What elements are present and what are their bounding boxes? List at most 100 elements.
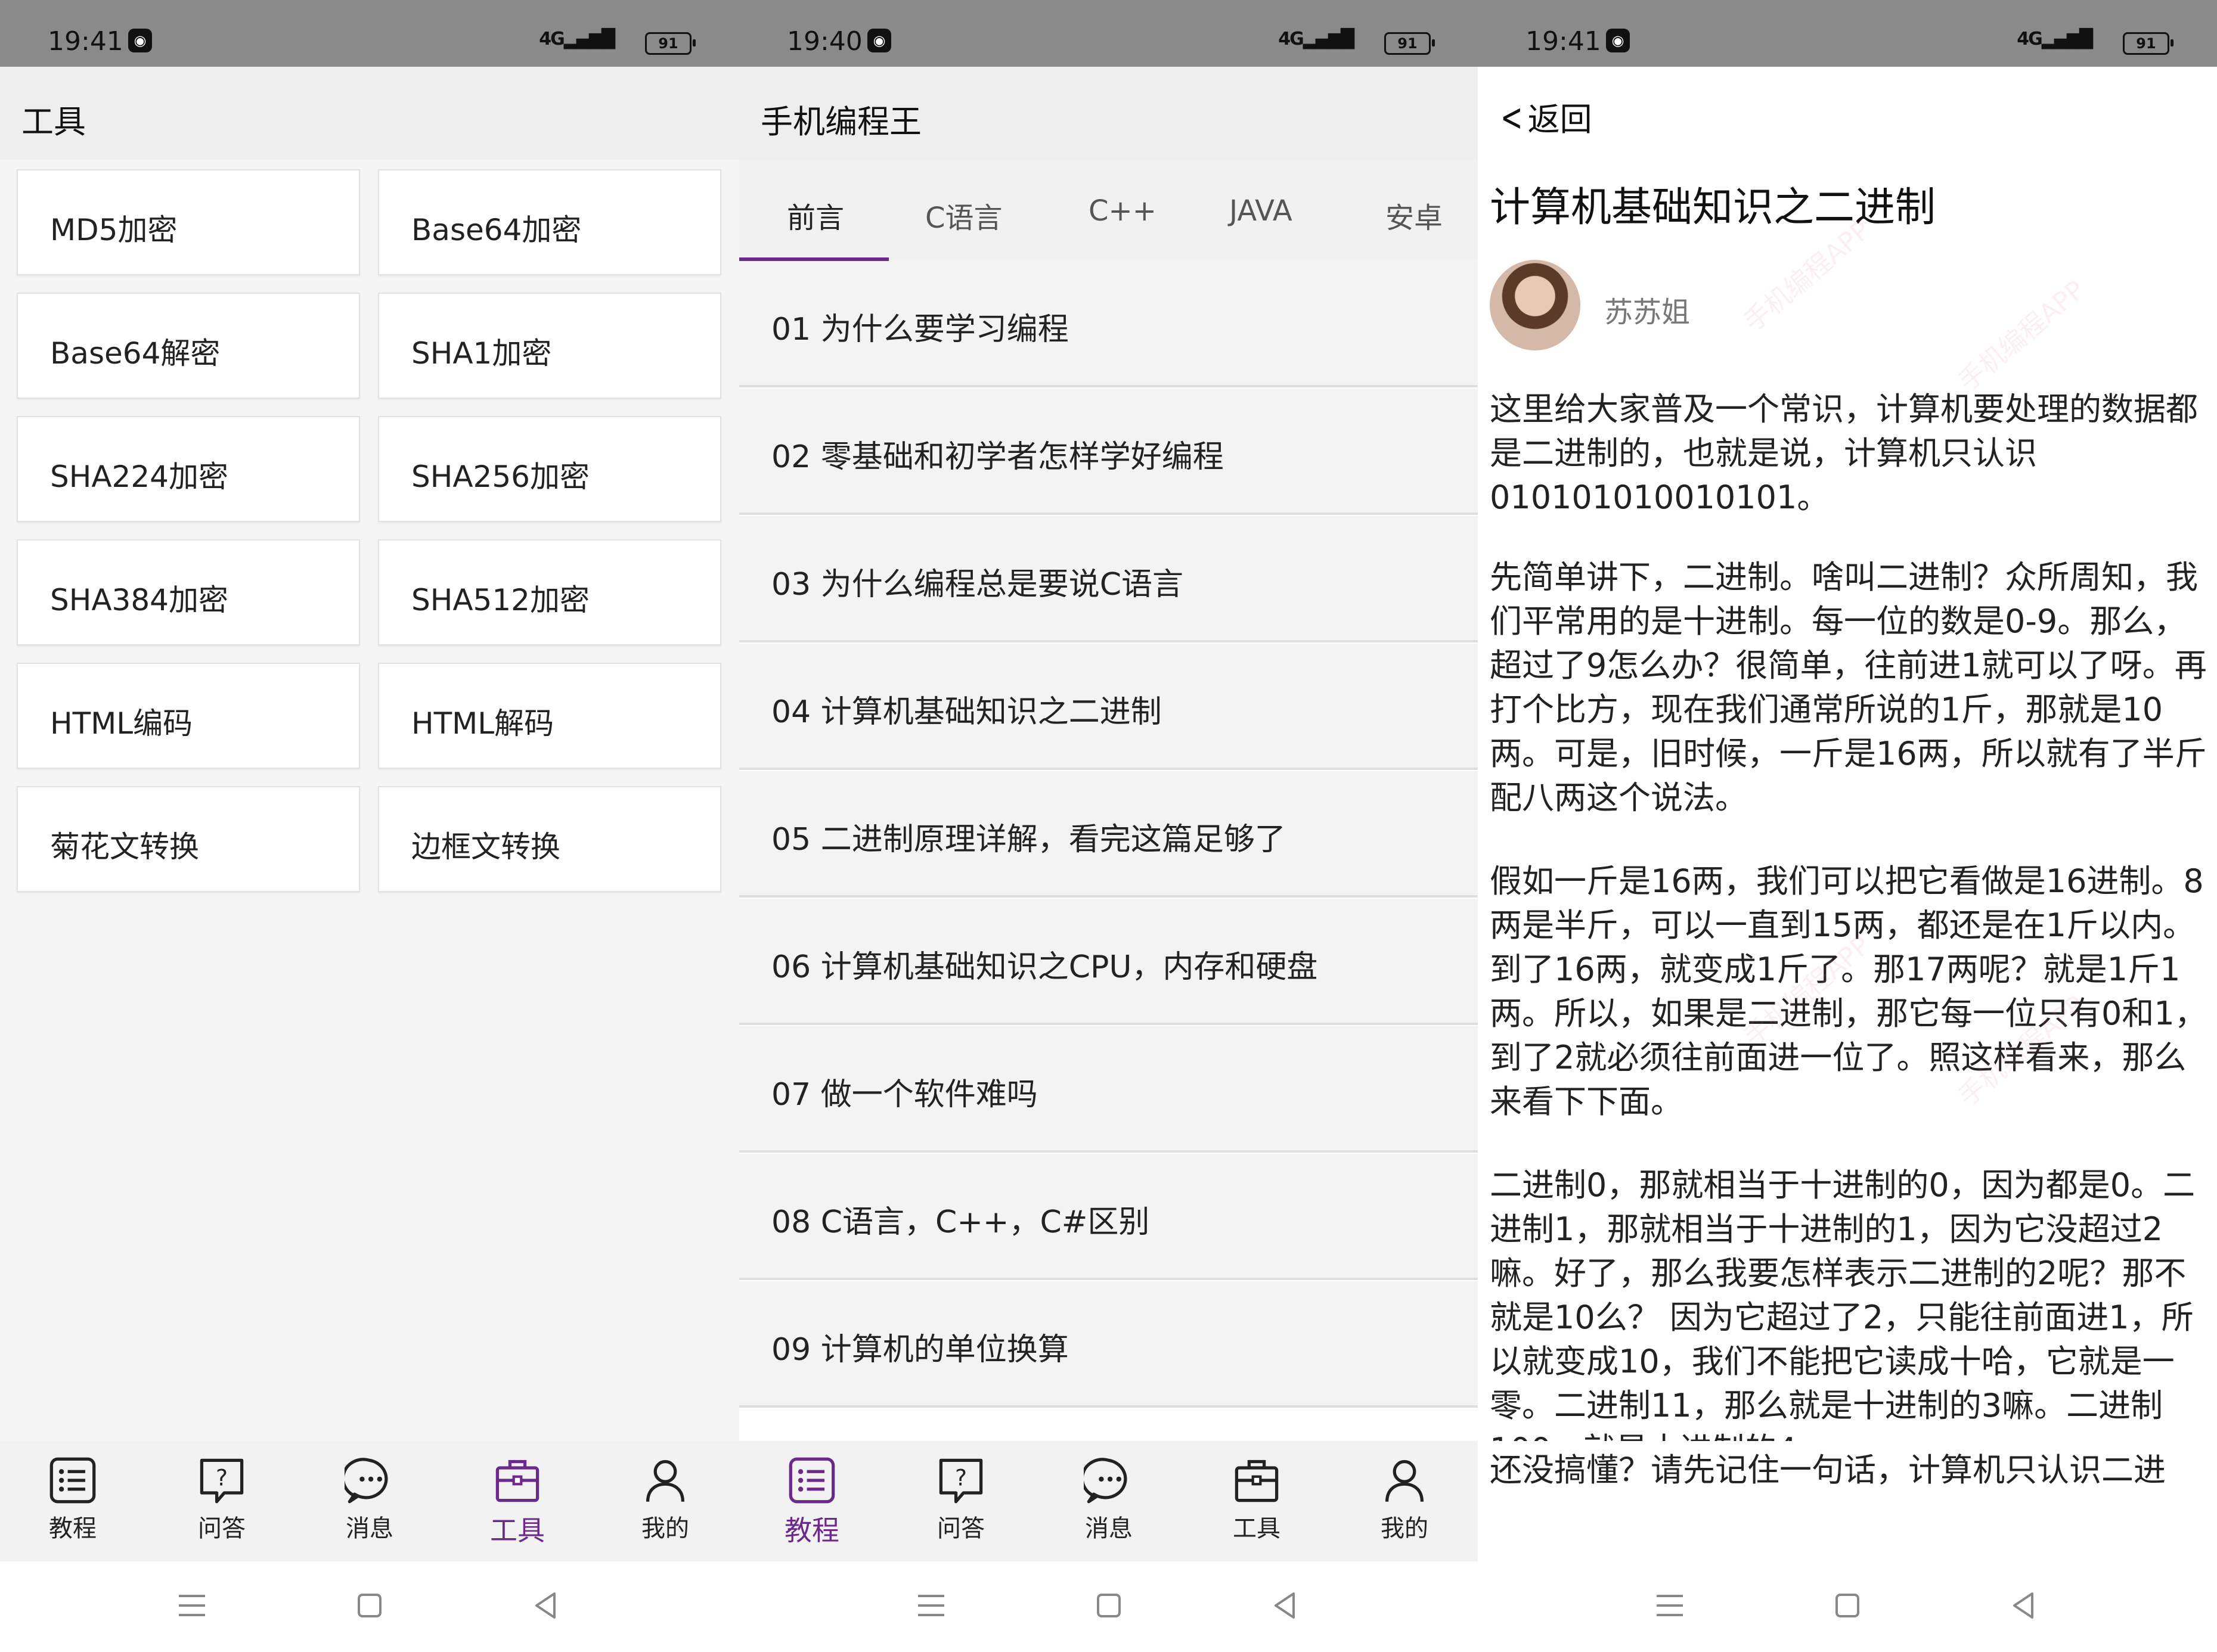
nav-tools[interactable]: 工具 [1215, 1455, 1298, 1544]
screen-tools: 19:41 ◉ 4G▂▄▆█ 91 工具 MD5加密 Base64加密 Base… [0, 0, 739, 1652]
list-item[interactable]: 04 计算机基础知识之二进制 [739, 644, 1478, 770]
tool-html-encode[interactable]: HTML编码 [17, 663, 360, 769]
status-time: 19:40 [787, 26, 863, 57]
question-icon: ? [197, 1455, 247, 1505]
tab-c[interactable]: C语言 [925, 194, 1003, 236]
home-icon[interactable] [1830, 1588, 1865, 1623]
list-item[interactable]: 03 为什么编程总是要说C语言 [739, 516, 1478, 642]
tool-label: MD5加密 [50, 213, 178, 247]
lesson-title: 02 零基础和初学者怎样学好编程 [771, 439, 1224, 475]
tool-label: 菊花文转换 [50, 830, 199, 864]
home-icon[interactable] [1091, 1588, 1127, 1623]
category-tabs: 前言 C语言 C++ JAVA 安卓 [739, 160, 1478, 262]
lesson-title: 03 为什么编程总是要说C语言 [771, 567, 1184, 603]
list-item[interactable]: 05 二进制原理详解，看完这篇足够了 [739, 771, 1478, 898]
tool-sha512-encrypt[interactable]: SHA512加密 [378, 539, 721, 645]
notification-icon: ◉ [867, 29, 891, 52]
status-time: 19:41 [48, 26, 123, 57]
status-bar: 19:41 ◉ 4G▂▄▆█ 91 [1478, 0, 2217, 67]
tab-android[interactable]: 安卓 [1385, 194, 1443, 236]
tool-sha384-encrypt[interactable]: SHA384加密 [17, 539, 360, 645]
list-item[interactable]: 06 计算机基础知识之CPU，内存和硬盘 [739, 899, 1478, 1025]
notification-icon: ◉ [1606, 29, 1630, 52]
battery-level: 91 [2136, 35, 2156, 52]
tool-border-text[interactable]: 边框文转换 [378, 786, 721, 892]
tool-sha1-encrypt[interactable]: SHA1加密 [378, 293, 721, 399]
battery-icon: 91 [1384, 32, 1435, 55]
nav-me[interactable]: 我的 [1363, 1455, 1446, 1544]
signal-icon: 4G▂▄▆█ [1278, 29, 1354, 49]
tool-label: SHA224加密 [50, 459, 228, 494]
status-time: 19:41 [1525, 26, 1601, 57]
tool-label: 边框文转换 [411, 830, 560, 864]
tool-label: SHA512加密 [411, 583, 590, 617]
back-icon[interactable] [1267, 1588, 1303, 1623]
notification-icon: ◉ [128, 29, 152, 52]
menu-icon[interactable] [174, 1588, 210, 1623]
list-item[interactable]: 02 零基础和初学者怎样学好编程 [739, 389, 1478, 515]
tab-java[interactable]: JAVA [1229, 194, 1292, 228]
nav-messages[interactable]: 消息 [328, 1455, 411, 1544]
menu-icon[interactable] [1652, 1588, 1688, 1623]
signal-icon: 4G▂▄▆█ [539, 29, 615, 49]
tool-label: SHA1加密 [411, 336, 552, 371]
lesson-list: 01 为什么要学习编程 02 零基础和初学者怎样学好编程 03 为什么编程总是要… [739, 261, 1478, 1441]
lesson-title: 07 做一个软件难吗 [771, 1077, 1038, 1113]
article-paragraph: 假如一斤是16两，我们可以把它看做是16进制。8两是半斤，可以一直到15两，都还… [1490, 862, 2207, 1120]
lesson-title: 08 C语言，C++，C#区别 [771, 1204, 1150, 1240]
tool-sha224-encrypt[interactable]: SHA224加密 [17, 416, 360, 522]
author-name[interactable]: 苏苏姐 [1604, 288, 1690, 330]
list-item[interactable]: 07 做一个软件难吗 [739, 1026, 1478, 1153]
lesson-title: 01 为什么要学习编程 [771, 312, 1069, 347]
list-item[interactable]: 01 为什么要学习编程 [739, 261, 1478, 387]
tool-base64-encrypt[interactable]: Base64加密 [378, 169, 721, 275]
tool-label: Base64加密 [411, 213, 582, 247]
nav-tutorial[interactable]: 教程 [770, 1455, 854, 1548]
tool-label: HTML编码 [50, 706, 193, 741]
screen-article: 19:41 ◉ 4G▂▄▆█ 91 < 返回 计算机基础知识之二进制 苏苏姐 这里… [1478, 0, 2217, 1652]
nav-label: 问答 [198, 1515, 246, 1542]
battery-level: 91 [658, 35, 678, 52]
nav-messages[interactable]: 消息 [1067, 1455, 1151, 1544]
list-item[interactable]: 08 C语言，C++，C#区别 [739, 1154, 1478, 1280]
battery-icon: 91 [645, 32, 696, 55]
tab-preface[interactable]: 前言 [787, 194, 844, 236]
tool-html-decode[interactable]: HTML解码 [378, 663, 721, 769]
back-icon[interactable] [2006, 1588, 2042, 1623]
tab-cpp[interactable]: C++ [1089, 194, 1156, 228]
tool-md5-encrypt[interactable]: MD5加密 [17, 169, 360, 275]
system-nav-bar [1478, 1561, 2217, 1652]
avatar[interactable] [1490, 260, 1580, 350]
tool-sha256-encrypt[interactable]: SHA256加密 [378, 416, 721, 522]
lesson-title: 06 计算机基础知识之CPU，内存和硬盘 [771, 949, 1318, 985]
page-title: 手机编程王 [761, 103, 922, 141]
back-button[interactable]: < 返回 [1496, 93, 1592, 140]
back-icon[interactable] [528, 1588, 564, 1623]
nav-qa[interactable]: ? 问答 [919, 1455, 1003, 1544]
chevron-left-icon: < [1500, 96, 1523, 140]
tool-chrysanthemum-text[interactable]: 菊花文转换 [17, 786, 360, 892]
nav-label: 工具 [490, 1514, 545, 1547]
nav-qa[interactable]: ? 问答 [180, 1455, 263, 1544]
tool-base64-decrypt[interactable]: Base64解密 [17, 293, 360, 399]
nav-me[interactable]: 我的 [624, 1455, 707, 1544]
battery-level: 91 [1397, 35, 1418, 52]
article-title: 计算机基础知识之二进制 [1490, 184, 1936, 231]
menu-icon[interactable] [913, 1588, 949, 1623]
battery-icon: 91 [2123, 32, 2173, 55]
app-header: 工具 [0, 67, 739, 160]
nav-tutorial[interactable]: 教程 [31, 1455, 114, 1544]
nav-label: 问答 [937, 1515, 985, 1542]
nav-label: 我的 [641, 1515, 689, 1542]
signal-icon: 4G▂▄▆█ [2017, 29, 2093, 49]
list-item[interactable]: 09 计算机的单位换算 [739, 1281, 1478, 1408]
home-icon[interactable] [352, 1588, 387, 1623]
toolbox-icon [492, 1455, 542, 1505]
lesson-title: 09 计算机的单位换算 [771, 1332, 1069, 1368]
nav-label: 教程 [785, 1514, 839, 1547]
network-label: 4G [2017, 29, 2042, 49]
nav-label: 消息 [1085, 1515, 1133, 1542]
nav-tools[interactable]: 工具 [476, 1455, 559, 1548]
tool-label: Base64解密 [50, 336, 221, 371]
system-nav-bar [739, 1561, 1478, 1652]
